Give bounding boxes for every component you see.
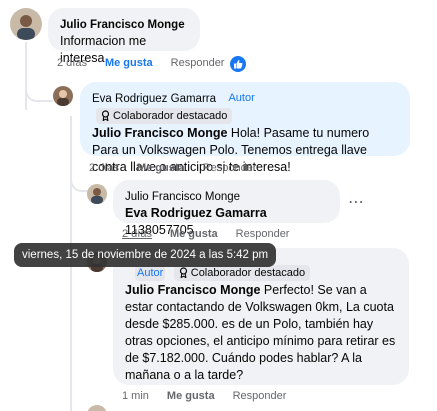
contributor-badge-label: Colaborador destacado [190,266,306,279]
author-badge: Autor [228,91,255,104]
avatar[interactable] [87,184,107,204]
comment-bubble: Autor Colaborador destacado Julio Franci… [113,248,409,385]
comment-bubble: Eva Rodriguez Gamarra Autor Colaborador … [80,82,410,174]
avatar[interactable] [53,86,73,106]
like-button[interactable]: Me gusta [167,390,215,402]
comment-text: Julio Francisco Monge Perfecto! Se van a… [125,282,397,384]
comment-time[interactable]: 1 min [122,390,149,402]
comment-author[interactable]: Julio Francisco Monge [125,190,240,205]
avatar[interactable] [87,405,107,411]
timestamp-tooltip: viernes, 15 de noviembre de 2024 a las 5… [14,243,277,267]
like-button[interactable]: Me gusta [170,228,218,240]
comment-bubble: Julio Francisco Monge Informacion me int… [48,8,200,65]
comment-actions: 2 días Me gusta Responder [89,162,256,174]
comment-body: Perfecto! Se van a estar contactando de … [125,283,396,382]
comment-time[interactable]: 2 días [89,162,119,174]
contributor-badge: Colaborador destacado [96,107,233,124]
author-badge: Autor [135,264,166,281]
contributor-badge: Colaborador destacado [173,264,311,281]
thread-connector [25,80,53,102]
reply-button[interactable]: Responder [203,162,257,174]
comment-actions: 2 días Me gusta Responder [57,57,224,69]
comment-actions: 2 días Me gusta Responder [122,228,289,240]
thumbs-up-icon[interactable] [230,56,246,72]
comment-author[interactable]: Julio Francisco Monge [60,18,185,33]
comment-author[interactable]: Eva Rodriguez Gamarra [92,92,216,107]
mention-link[interactable]: Eva Rodriguez Gamarra [125,206,267,220]
mention-link[interactable]: Julio Francisco Monge [125,283,260,297]
comment-time[interactable]: 2 días [122,228,152,240]
like-button[interactable]: Me gusta [105,57,153,69]
reply-button[interactable]: Responder [236,228,290,240]
like-button[interactable]: Me gusta [137,162,185,174]
thread-connector [70,170,88,192]
thread-line [25,42,27,110]
comment-actions: 1 min Me gusta Responder [122,390,286,402]
reply-button[interactable]: Responder [233,390,287,402]
comment-bubble: Julio Francisco Monge Eva Rodriguez Gama… [113,180,340,237]
reply-button[interactable]: Responder [171,57,225,69]
avatar[interactable] [10,8,42,40]
medal-icon [101,110,110,122]
medal-icon [179,267,187,279]
mention-link[interactable]: Julio Francisco Monge [92,126,227,140]
contributor-badge-label: Colaborador destacado [113,109,228,122]
comment-time[interactable]: 2 días [57,57,87,69]
more-options-icon[interactable]: ⋯ [348,192,365,212]
